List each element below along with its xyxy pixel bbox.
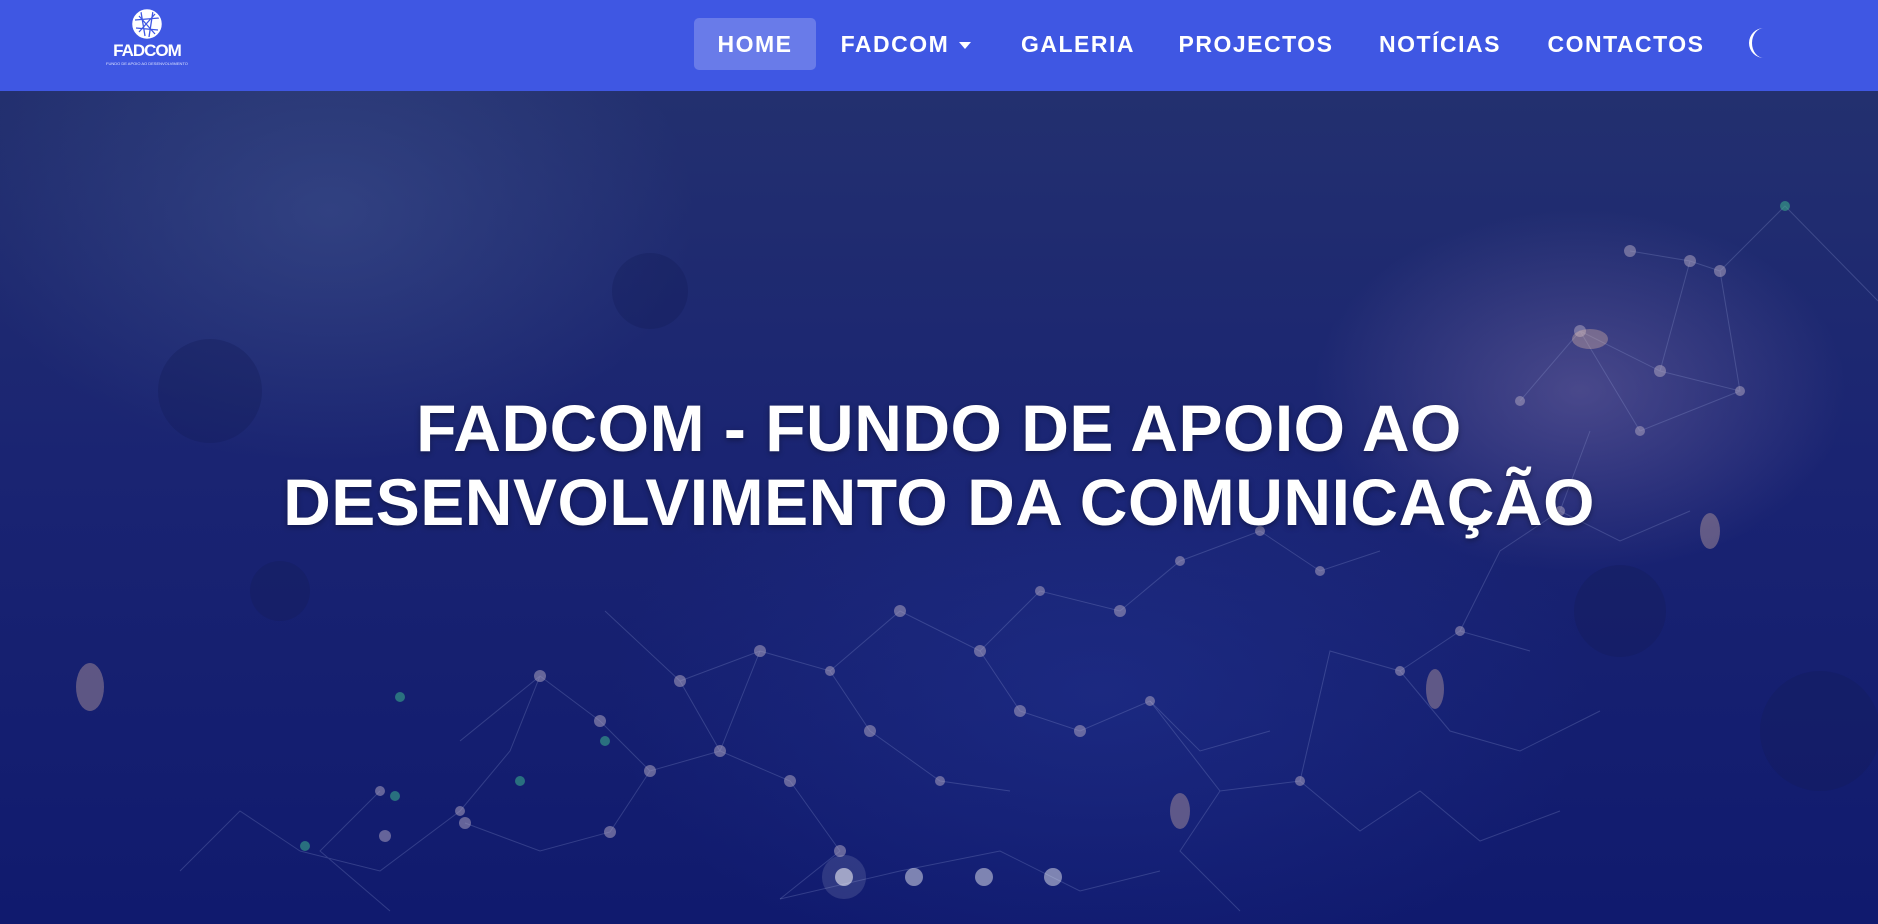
caret-down-icon — [959, 41, 972, 49]
hero-title-line-2: DESENVOLVIMENTO DA COMUNICAÇÃO — [283, 465, 1595, 539]
carousel-dot-4[interactable] — [1044, 868, 1062, 886]
nav-home[interactable]: HOME — [694, 18, 816, 70]
nav-noticias-label: NOTÍCIAS — [1379, 30, 1501, 57]
page: FADCOM FUNDO DE APOIO AO DESENVOLVIMENTO… — [0, 0, 1878, 924]
nav-contactos-label: CONTACTOS — [1547, 30, 1705, 57]
carousel-dot-3[interactable] — [975, 868, 993, 886]
logo-subtitle: FUNDO DE APOIO AO DESENVOLVIMENTO DA COM… — [106, 61, 188, 66]
nav-galeria[interactable]: GALERIA — [1010, 18, 1146, 70]
hero-title-line-1: FADCOM - FUNDO DE APOIO AO — [416, 391, 1462, 465]
navbar: FADCOM FUNDO DE APOIO AO DESENVOLVIMENTO… — [0, 0, 1878, 91]
nav-home-label: HOME — [717, 30, 793, 57]
moon-icon[interactable] — [1740, 24, 1774, 62]
nav-contactos[interactable]: CONTACTOS — [1538, 18, 1714, 70]
globe-icon — [132, 9, 162, 39]
nav-fadcom-dropdown[interactable]: FADCOM — [836, 18, 976, 70]
logo-text: FADCOM — [113, 41, 182, 60]
carousel-dot-1[interactable] — [835, 868, 853, 886]
nav-fadcom-label: FADCOM — [840, 30, 950, 57]
nav-projectos-label: PROJECTOS — [1178, 30, 1334, 57]
hero-title: FADCOM - FUNDO DE APOIO AO DESENVOLVIMEN… — [0, 391, 1878, 539]
nav-projectos[interactable]: PROJECTOS — [1170, 18, 1342, 70]
carousel-indicators — [0, 857, 1878, 897]
nav-noticias[interactable]: NOTÍCIAS — [1370, 18, 1510, 70]
carousel-dot-2[interactable] — [905, 868, 923, 886]
hero-carousel: FADCOM - FUNDO DE APOIO AO DESENVOLVIMEN… — [0, 91, 1878, 924]
nav-galeria-label: GALERIA — [1021, 30, 1135, 57]
fadcom-logo[interactable]: FADCOM FUNDO DE APOIO AO DESENVOLVIMENTO… — [106, 8, 188, 80]
